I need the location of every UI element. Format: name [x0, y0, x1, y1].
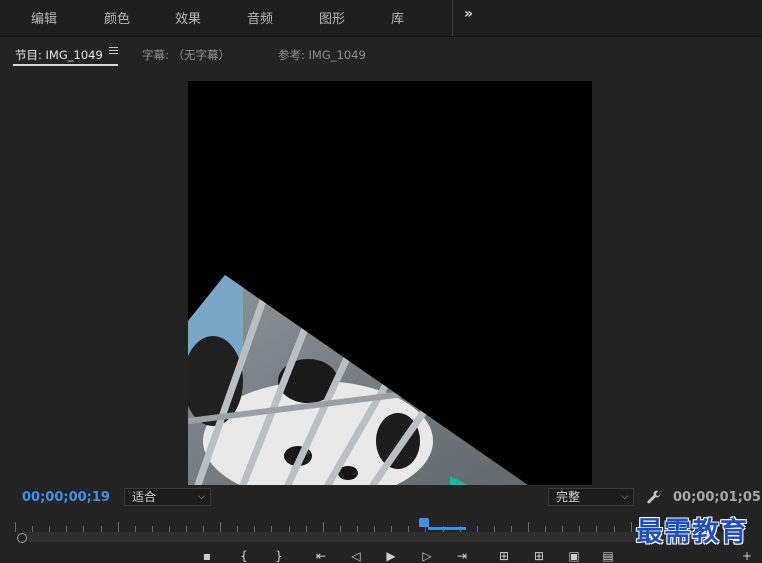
- current-timecode[interactable]: 00;00;00;19: [22, 490, 110, 505]
- zoom-level-select[interactable]: 适合 ⌵: [124, 488, 211, 506]
- ruler-tick: [15, 522, 16, 532]
- play-icon[interactable]: ▶: [384, 550, 398, 562]
- add-button-icon[interactable]: +: [740, 550, 754, 562]
- workspace-audio[interactable]: 音频: [247, 8, 273, 27]
- mark-clip-icon[interactable]: }: [272, 550, 286, 562]
- workspace-effects[interactable]: 效果: [175, 8, 201, 27]
- mark-out-icon[interactable]: {: [237, 550, 251, 562]
- workspace-bar: 编辑 颜色 效果 音频 图形 库 »: [0, 0, 762, 37]
- playhead-handle[interactable]: [419, 518, 429, 527]
- mark-in-icon[interactable]: ▪: [200, 550, 214, 562]
- playhead-range-bar: [428, 527, 466, 530]
- watermark-logo: 最需教育: [636, 517, 748, 548]
- zoom-level-value: 适合: [132, 490, 157, 504]
- go-to-out-icon[interactable]: ⇥: [455, 550, 469, 562]
- tab-reference-monitor[interactable]: 参考: IMG_1049: [278, 47, 366, 63]
- duration-timecode: 00;00;01;05: [673, 490, 761, 505]
- video-frame[interactable]: [188, 81, 592, 485]
- tab-program-monitor[interactable]: 节目: IMG_1049: [15, 47, 103, 63]
- export-frame-icon[interactable]: ▣: [567, 550, 581, 562]
- scrollbar-left-handle[interactable]: [17, 533, 27, 543]
- go-to-in-icon[interactable]: ⇤: [314, 550, 328, 562]
- step-back-icon[interactable]: ◁: [349, 550, 363, 562]
- ruler-tick: [631, 522, 632, 532]
- tab-captions[interactable]: 字幕: （无字幕）: [142, 47, 230, 63]
- workspace-graphics[interactable]: 图形: [319, 8, 345, 27]
- workspace-libraries[interactable]: 库: [391, 8, 404, 27]
- ruler-tick: [118, 522, 119, 532]
- ruler-tick: [528, 522, 529, 532]
- ruler-tick: [323, 522, 324, 532]
- workspace-color[interactable]: 颜色: [104, 8, 130, 27]
- ruler-tick: [220, 522, 221, 532]
- overwrite-icon[interactable]: ⊞: [532, 550, 546, 562]
- panel-tab-bar: 节目: IMG_1049 字幕: （无字幕） 参考: IMG_1049: [0, 38, 762, 72]
- chevron-down-icon: ⌵: [621, 492, 628, 502]
- video-frame-image: [188, 275, 528, 485]
- step-forward-icon[interactable]: ▷: [420, 550, 434, 562]
- button-editor-icon[interactable]: ▤: [601, 550, 615, 562]
- workspace-edit[interactable]: 编辑: [31, 8, 57, 27]
- playback-resolution-select[interactable]: 完整 ⌵: [548, 488, 634, 506]
- chevron-down-icon: ⌵: [198, 492, 205, 502]
- insert-icon[interactable]: ⊞: [497, 550, 511, 562]
- more-workspaces-icon[interactable]: »: [464, 6, 473, 22]
- active-tab-underline: [13, 64, 118, 66]
- panel-menu-icon[interactable]: [109, 47, 118, 54]
- workspace-divider: [452, 0, 453, 36]
- playback-resolution-value: 完整: [556, 490, 581, 504]
- wrench-icon[interactable]: [646, 489, 662, 505]
